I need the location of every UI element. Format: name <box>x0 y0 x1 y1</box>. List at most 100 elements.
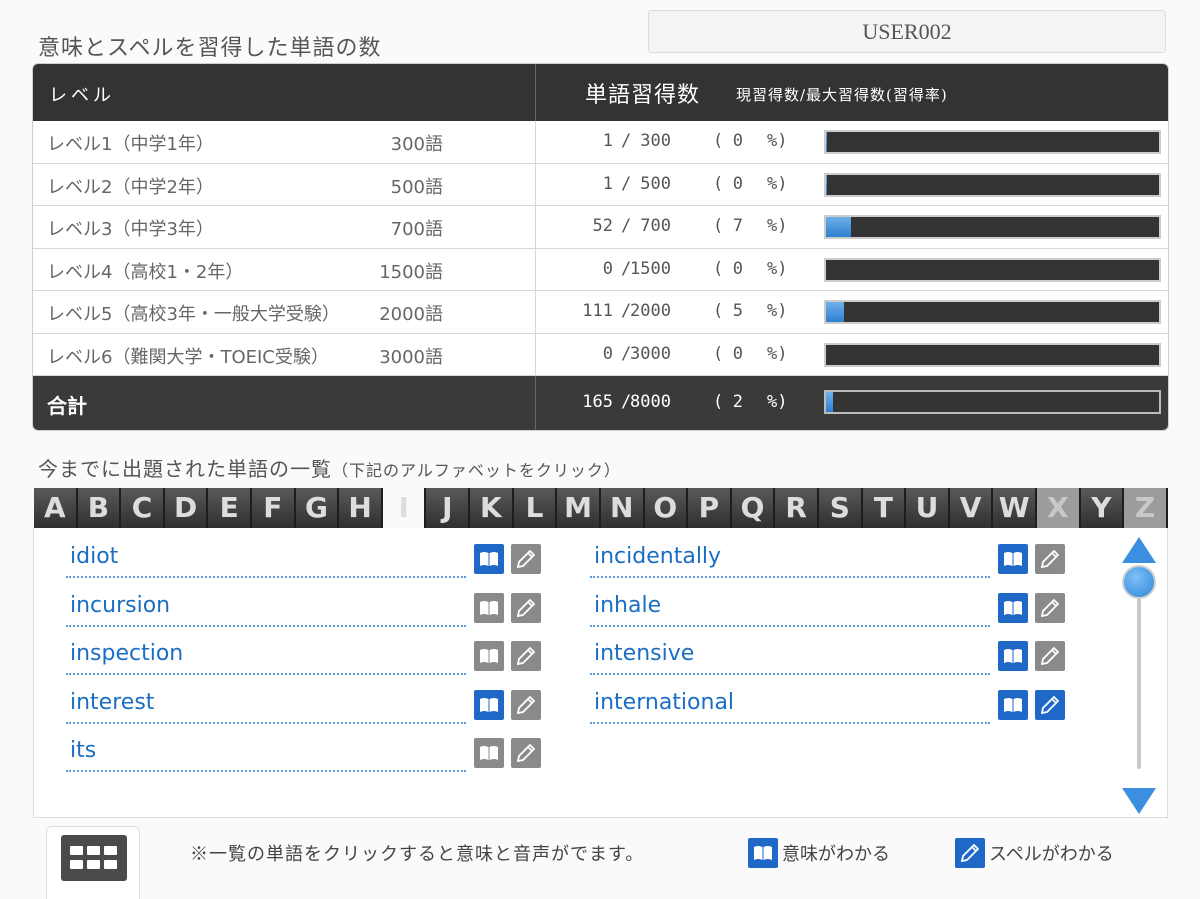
word-underline <box>66 673 466 675</box>
scroll-track[interactable] <box>1137 581 1141 769</box>
word-link[interactable]: incidentally <box>594 544 721 569</box>
word-item[interactable]: international <box>590 680 1065 724</box>
progress-row: レベル5（高校3年・一般大学受験） 2000語 111/2000(5%) <box>33 291 1168 334</box>
letter-tab-f[interactable]: F <box>252 488 296 528</box>
row-divider <box>535 248 536 290</box>
arrow-up-icon[interactable] <box>1122 537 1156 563</box>
level-progress-bar <box>824 130 1161 154</box>
letter-tab-w[interactable]: W <box>993 488 1038 528</box>
letter-tab-c[interactable]: C <box>121 488 165 528</box>
scroll-thumb[interactable] <box>1122 565 1156 599</box>
letter-tab-l[interactable]: L <box>513 488 558 528</box>
current-count: 52 <box>592 216 613 236</box>
row-divider <box>535 206 536 248</box>
current-count: 0 <box>602 258 613 279</box>
row-divider <box>535 333 536 375</box>
letter-tab-g[interactable]: G <box>295 488 340 528</box>
word-item[interactable]: incursion <box>66 583 541 627</box>
percent-close: %) <box>767 301 788 321</box>
percent-close: %) <box>767 131 788 151</box>
letter-tab-i[interactable]: I <box>382 488 427 528</box>
row-divider <box>535 121 536 163</box>
word-item[interactable]: interest <box>66 680 541 724</box>
level-label: レベル1（中学1年） <box>47 134 214 155</box>
pencil-icon <box>1035 641 1065 671</box>
word-list-scrollbar[interactable] <box>1120 533 1160 818</box>
slash: / <box>621 131 632 151</box>
max-count: 2000 <box>630 301 671 321</box>
level-word-count: 500語 <box>390 176 443 198</box>
word-underline <box>66 576 466 578</box>
letter-tab-v[interactable]: V <box>949 488 994 528</box>
percent-close: %) <box>767 258 788 279</box>
percent-value: 0 <box>732 258 743 279</box>
total-label: 合計 <box>47 394 87 418</box>
level-label: レベル3（中学3年） <box>47 219 214 240</box>
word-item[interactable]: idiot <box>66 534 541 578</box>
word-link[interactable]: incursion <box>70 593 170 618</box>
word-link[interactable]: intensive <box>594 641 694 666</box>
word-link[interactable]: inhale <box>594 593 661 618</box>
word-underline <box>66 721 466 724</box>
max-count: 300 <box>640 131 671 151</box>
letter-tab-q[interactable]: Q <box>731 488 776 528</box>
total-current: 165 <box>582 392 613 412</box>
letter-tab-e[interactable]: E <box>208 488 253 528</box>
arrow-down-icon[interactable] <box>1122 788 1156 814</box>
progress-row: レベル3（中学3年） 700語 52 / 700 (7%) <box>33 206 1168 249</box>
word-link[interactable]: inspection <box>70 641 183 666</box>
slash: / <box>621 173 632 194</box>
letter-tab-a[interactable]: A <box>34 488 78 528</box>
pencil-icon <box>1035 689 1065 720</box>
book-icon <box>474 738 504 768</box>
level-word-count: 300語 <box>390 134 443 155</box>
level-word-count: 1500語 <box>379 261 443 283</box>
progress-row: レベル2（中学2年） 500語 1 / 500 (0%) <box>33 163 1168 206</box>
letter-tab-d[interactable]: D <box>164 488 209 528</box>
pencil-icon <box>511 689 541 720</box>
progress-table-header: レベル 単語習得数 現習得数/最大習得数(習得率) <box>33 64 1168 121</box>
letter-tab-y[interactable]: Y <box>1080 488 1125 528</box>
letter-tab-s[interactable]: S <box>818 488 863 528</box>
word-item[interactable]: inspection <box>66 631 541 675</box>
menu-button[interactable] <box>46 826 140 899</box>
word-link[interactable]: interest <box>70 690 154 715</box>
word-item[interactable]: intensive <box>590 631 1065 675</box>
progress-table: レベル 単語習得数 現習得数/最大習得数(習得率) レベル1（中学1年） 300語… <box>32 63 1169 431</box>
letter-tab-m[interactable]: M <box>557 488 601 528</box>
total-progress-bar <box>824 390 1161 414</box>
letter-tab-t[interactable]: T <box>862 488 907 528</box>
letter-tab-h[interactable]: H <box>339 488 383 528</box>
current-count: 1 <box>602 173 613 194</box>
letter-tab-n[interactable]: N <box>600 488 645 528</box>
letter-tab-j[interactable]: J <box>426 488 471 528</box>
letter-tab-p[interactable]: P <box>688 488 732 528</box>
row-divider <box>535 291 536 333</box>
word-link[interactable]: its <box>70 738 96 763</box>
row-divider <box>535 163 536 205</box>
level-label: レベル5（高校3年・一般大学受験） <box>47 304 340 325</box>
word-item[interactable]: incidentally <box>590 534 1065 578</box>
letter-tab-k[interactable]: K <box>470 488 514 528</box>
letter-tab-b[interactable]: B <box>77 488 122 528</box>
book-icon <box>474 544 504 574</box>
level-progress-bar <box>824 172 1161 197</box>
letter-tab-r[interactable]: R <box>775 488 819 528</box>
letter-tab-o[interactable]: O <box>644 488 689 528</box>
word-link[interactable]: idiot <box>70 544 118 569</box>
current-count: 111 <box>582 301 613 321</box>
book-icon <box>998 641 1028 671</box>
total-paren-open: ( <box>713 392 724 412</box>
letter-tab-u[interactable]: U <box>906 488 950 528</box>
book-icon <box>474 689 504 720</box>
level-progress-bar <box>824 342 1161 367</box>
word-item[interactable]: inhale <box>590 583 1065 627</box>
word-underline <box>590 673 990 675</box>
legend-meaning: 意味がわかる <box>748 838 890 868</box>
percent-value: 7 <box>732 216 743 236</box>
max-count: 3000 <box>630 343 671 364</box>
word-link[interactable]: international <box>594 690 734 715</box>
paren-open: ( <box>713 343 724 364</box>
percent-value: 0 <box>732 173 743 194</box>
word-item[interactable]: its <box>66 728 541 772</box>
